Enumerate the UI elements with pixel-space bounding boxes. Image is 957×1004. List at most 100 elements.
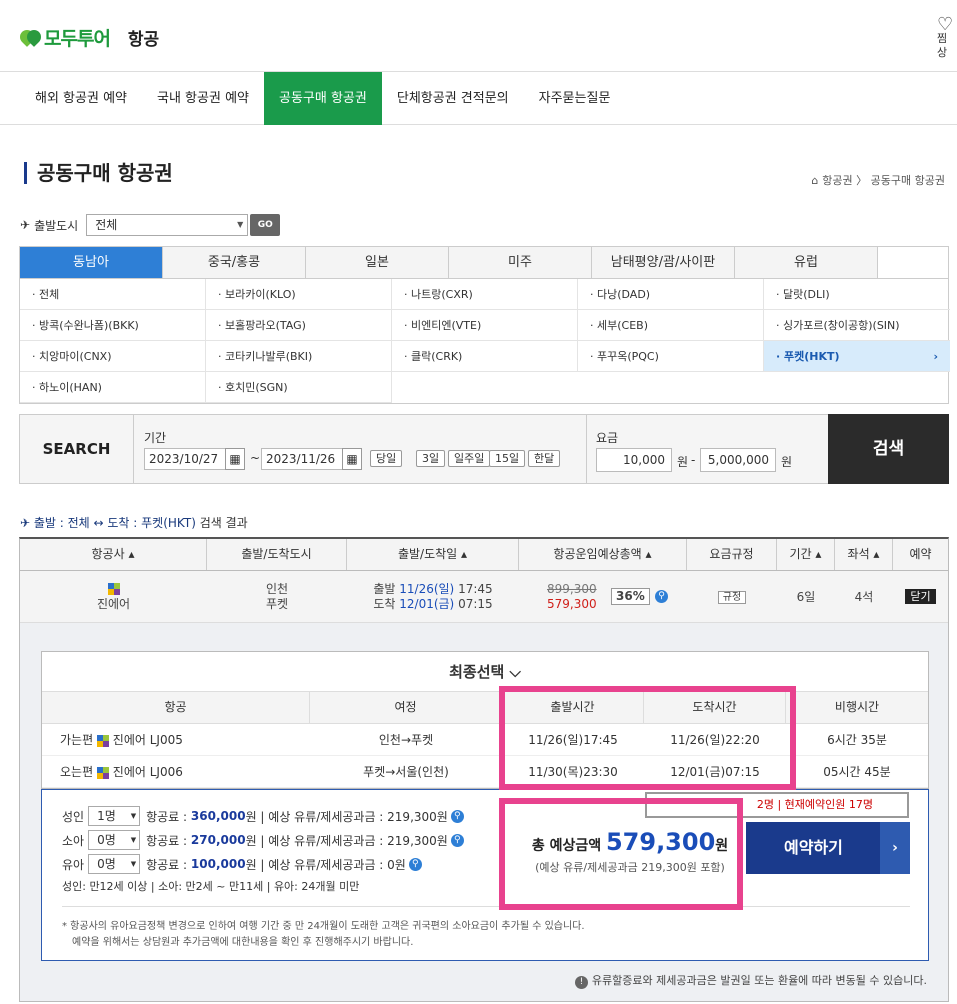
header-route: 여정 xyxy=(310,692,502,723)
route-cell: 푸켓→서울(인천) xyxy=(363,765,449,779)
quick-15days-button[interactable]: 15일 xyxy=(489,450,526,467)
fare-note: ! 유류할증료와 제세공과금은 발권일 또는 환율에 따라 변동될 수 있습니다. xyxy=(574,972,927,989)
city-item[interactable]: · 세부(CEB) xyxy=(578,310,764,341)
city-item[interactable]: · 전체 xyxy=(20,279,206,310)
wishlist-label: 찜상 xyxy=(937,32,948,59)
final-title[interactable]: 최종선택 ⌵ xyxy=(42,652,928,692)
quick-today-button[interactable]: 당일 xyxy=(370,450,403,467)
notice-line: * 항공사의 유아요금정책 변경으로 인하여 여행 기간 중 만 24개월이 도… xyxy=(62,921,585,932)
nav-faq[interactable]: 자주묻는질문 xyxy=(524,72,626,125)
unit-label: 원 xyxy=(677,455,689,469)
quick-week-button[interactable]: 일주일 xyxy=(448,450,491,467)
city-item-selected[interactable]: · 푸켓(HKT) › xyxy=(764,341,950,372)
airline-cell: 진에어 xyxy=(20,571,207,622)
arr-city: 푸켓 xyxy=(265,597,289,611)
book-button[interactable]: 예약하기 › xyxy=(746,822,910,874)
infant-count-select[interactable]: 0명 xyxy=(88,854,141,874)
quick-3days-button[interactable]: 3일 xyxy=(416,450,446,467)
rule-cell: 규정 xyxy=(687,571,777,622)
detail-panel: 최종선택 ⌵ 항공 여정 출발시간 도착시간 비행시간 가는편 진에어 LJ00… xyxy=(19,623,949,1002)
book-label: 예약하기 xyxy=(784,838,843,857)
header-dep-time: 출발시간 xyxy=(502,692,644,723)
region-tabs: 동남아 중국/홍콩 일본 미주 남태평양/괌/사이판 유럽 xyxy=(20,247,948,279)
departure-city-select[interactable]: 전체 xyxy=(86,214,249,236)
result-route: 출발 : 전체 ↔ 도착 : 푸켓(HKT) xyxy=(33,516,196,530)
city-item[interactable]: · 보라카이(KLO) xyxy=(206,279,392,310)
header-arr-time: 도착시간 xyxy=(644,692,786,723)
close-button[interactable]: 닫기 xyxy=(905,589,936,604)
price-cell: 899,300 579,300 36% ⚲ xyxy=(519,571,687,622)
table-row[interactable]: 진에어 인천 푸켓 출발 11/26(일) 17:45 도착 12/01(금) … xyxy=(20,571,948,623)
city-item[interactable]: · 다낭(DAD) xyxy=(578,279,764,310)
arr-date: 12/01(금) xyxy=(399,597,455,611)
price-min-input[interactable]: 10,000 xyxy=(596,448,672,472)
header-price[interactable]: 항공운임예상총액 ▴ xyxy=(519,539,687,570)
city-item[interactable]: · 코타키나발루(BKI) xyxy=(206,341,392,372)
nav-group-quote[interactable]: 단체항공권 견적문의 xyxy=(382,72,524,125)
tab-america[interactable]: 미주 xyxy=(449,247,592,278)
fare-label: 항공료 : xyxy=(146,809,188,824)
search-icon[interactable]: ⚲ xyxy=(450,809,464,823)
total-main: 총 예상금액 579,300원 xyxy=(520,828,740,856)
price-max-input[interactable]: 5,000,000 xyxy=(700,448,776,472)
tab-southeast-asia[interactable]: 동남아 xyxy=(20,247,163,278)
tab-japan[interactable]: 일본 xyxy=(306,247,449,278)
adult-count-select[interactable]: 1명 xyxy=(88,806,141,826)
city-item[interactable]: · 푸꾸옥(PQC) xyxy=(578,341,764,372)
date-from-input[interactable]: 2023/10/27 xyxy=(144,448,228,470)
airline-name: 진에어 xyxy=(96,597,131,611)
city-item[interactable]: · 하노이(HAN) xyxy=(20,372,206,403)
nav-group-buy[interactable]: 공동구매 항공권 xyxy=(264,72,382,125)
rule-button[interactable]: 규정 xyxy=(717,591,747,604)
city-grid: · 전체 · 보라카이(KLO) · 나트랑(CXR) · 다낭(DAD) · … xyxy=(20,279,950,403)
child-count-select[interactable]: 0명 xyxy=(88,830,141,850)
nav-overseas[interactable]: 해외 항공권 예약 xyxy=(20,72,142,125)
search-icon[interactable]: ⚲ xyxy=(655,590,668,603)
city-item[interactable]: · 비엔티엔(VTE) xyxy=(392,310,578,341)
final-row-outbound: 가는편 진에어 LJ005 인천→푸켓 11/26(일)17:45 11/26(… xyxy=(42,724,928,756)
fare-rest: 원 | 예상 유류/제세공과금 : 219,300원 xyxy=(245,809,448,824)
header-dates[interactable]: 출발/도착일 ▴ xyxy=(347,539,519,570)
table-header: 항공사 ▴ 출발/도착도시 출발/도착일 ▴ 항공운임예상총액 ▴ 요금규정 기… xyxy=(20,539,948,571)
city-item[interactable]: · 방콕(수완나폼)(BKK) xyxy=(20,310,206,341)
fare-rest: 원 | 예상 유류/제세공과금 : 0원 xyxy=(245,857,406,872)
quick-month-button[interactable]: 한달 xyxy=(528,450,561,467)
header-seats[interactable]: 좌석 ▴ xyxy=(835,539,893,570)
fare-amount: 270,000 xyxy=(190,833,246,847)
wishlist-button[interactable]: ♡ 찜상 xyxy=(937,16,957,60)
flight-cell: 가는편 진에어 LJ005 xyxy=(42,724,310,755)
period-cell: 6일 xyxy=(796,590,816,604)
calendar-icon[interactable]: ▦ xyxy=(342,448,362,470)
city-item[interactable]: · 보홀팡라오(TAG) xyxy=(206,310,392,341)
chevron-right-icon: › xyxy=(880,822,910,874)
logo[interactable]: 모두투어 항공 xyxy=(20,24,159,51)
tab-china-hongkong[interactable]: 중국/홍콩 xyxy=(163,247,306,278)
plane-icon: ✈ xyxy=(20,218,31,232)
search-box: SEARCH 기간 2023/10/27 ▦ ~ 2023/11/26 ▦ 당일… xyxy=(19,414,949,484)
tab-europe[interactable]: 유럽 xyxy=(735,247,878,278)
home-icon[interactable]: ⌂ xyxy=(811,174,818,187)
date-to-input[interactable]: 2023/11/26 xyxy=(261,448,345,470)
city-item[interactable]: · 나트랑(CXR) xyxy=(392,279,578,310)
city-item[interactable]: · 호치민(SGN) xyxy=(206,372,392,403)
search-icon[interactable]: ⚲ xyxy=(450,833,464,847)
city-item[interactable]: · 싱가포르(창이공항)(SIN) xyxy=(764,310,950,341)
heart-logo-icon xyxy=(20,28,42,48)
city-item[interactable]: · 달랏(DLI) xyxy=(764,279,950,310)
search-icon[interactable]: ⚲ xyxy=(408,857,422,871)
breadcrumb-path[interactable]: 항공권 〉 공동구매 항공권 xyxy=(822,174,945,187)
period-label: 기간 xyxy=(144,431,167,445)
header-period[interactable]: 기간 ▴ xyxy=(777,539,835,570)
price: 579,300 xyxy=(547,597,597,611)
nav-domestic[interactable]: 국내 항공권 예약 xyxy=(142,72,264,125)
total-box: 총 예상금액 579,300원 (예상 유류/제세공과금 219,300원 포함… xyxy=(520,804,740,894)
city-item[interactable]: · 클락(CRK) xyxy=(392,341,578,372)
header-airline[interactable]: 항공사 ▴ xyxy=(20,539,207,570)
tab-south-pacific[interactable]: 남태평양/괌/사이판 xyxy=(592,247,735,278)
city-item[interactable]: · 치앙마이(CNX) xyxy=(20,341,206,372)
go-button[interactable]: GO xyxy=(250,214,281,236)
search-button[interactable]: 검색 xyxy=(828,414,949,484)
calendar-icon[interactable]: ▦ xyxy=(225,448,245,470)
header-rule: 요금규정 xyxy=(687,539,777,570)
chevron-right-icon: › xyxy=(933,350,938,363)
